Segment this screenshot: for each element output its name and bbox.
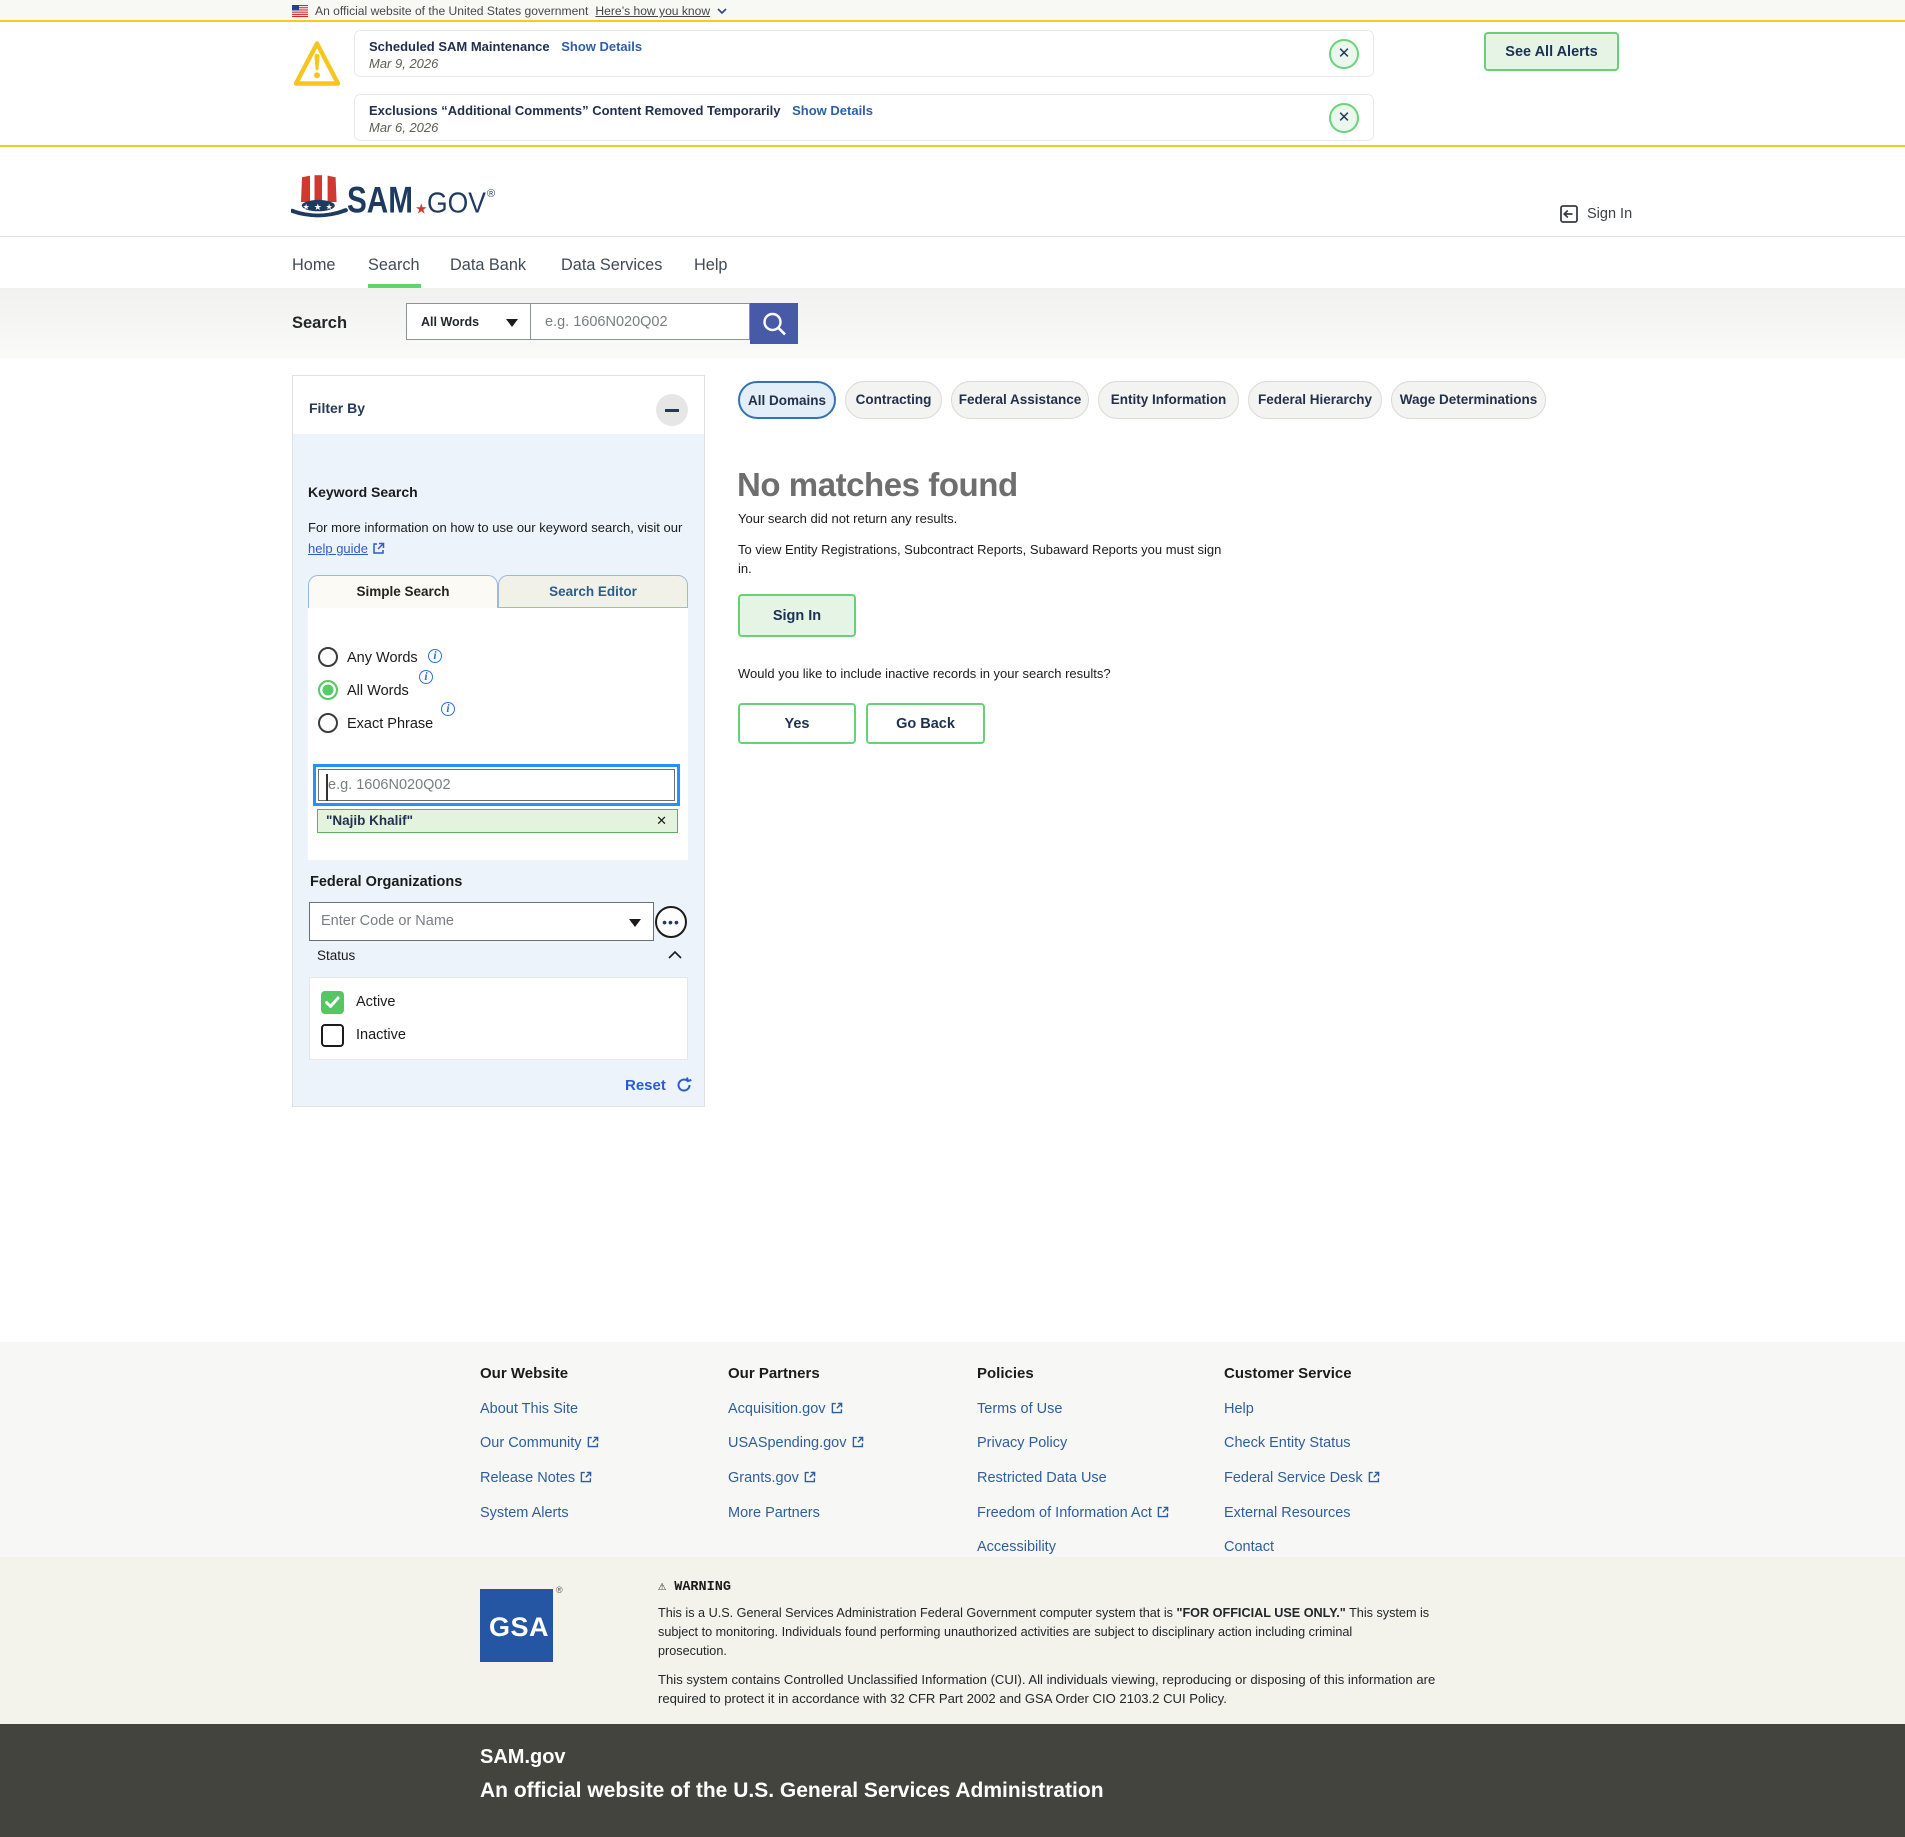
- svg-text:SAM: SAM: [347, 178, 413, 219]
- svg-text:®: ®: [487, 188, 495, 200]
- svg-text:GOV: GOV: [427, 187, 486, 219]
- svg-text:★: ★: [326, 202, 333, 211]
- svg-text:★: ★: [303, 202, 310, 211]
- svg-text:★: ★: [314, 202, 322, 212]
- svg-text:★: ★: [415, 201, 428, 217]
